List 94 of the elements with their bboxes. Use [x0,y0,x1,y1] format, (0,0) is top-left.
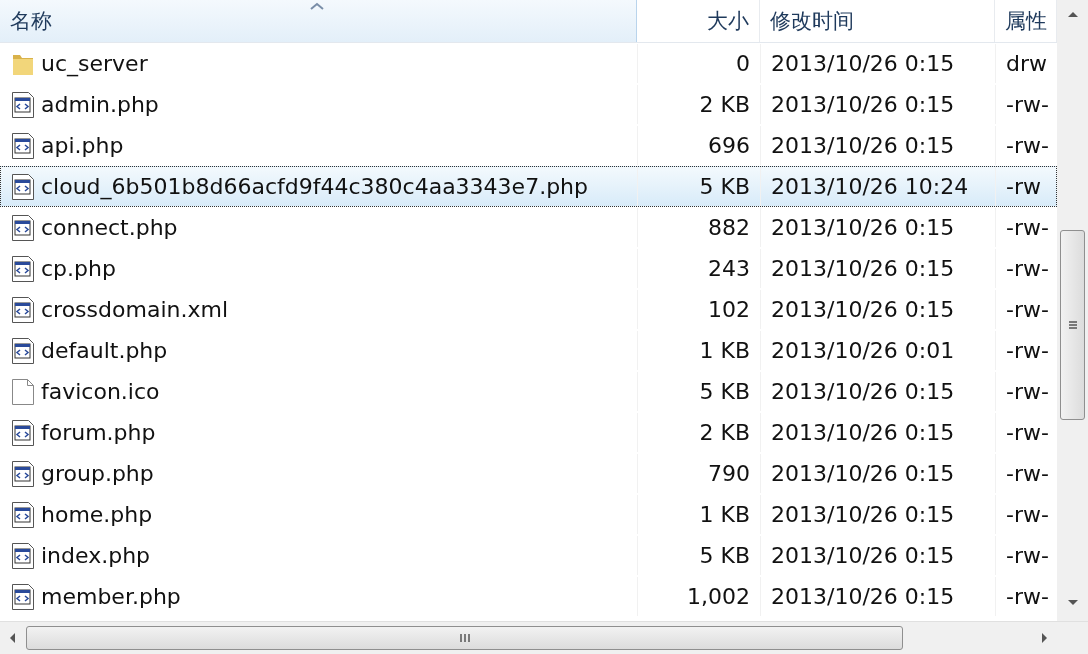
script-file-icon [11,254,35,283]
modified-time: 2013/10/26 0:15 [771,379,955,404]
file-row[interactable]: group.php 790 2013/10/26 0:15 -rw- [0,453,1057,494]
file-name: member.php [41,584,181,609]
file-size: 5 KB [699,379,750,404]
file-name: forum.php [41,420,156,445]
file-attributes: -rw- [1006,420,1049,445]
file-name: crossdomain.xml [41,297,228,322]
file-name: uc_server [41,51,148,76]
grip-icon [1067,320,1078,330]
file-row[interactable]: home.php 1 KB 2013/10/26 0:15 -rw- [0,494,1057,535]
scrollbar-thumb[interactable] [1060,230,1085,420]
file-attributes: drw [1006,51,1047,76]
file-size: 696 [708,133,750,158]
modified-time: 2013/10/26 0:15 [771,502,955,527]
file-name: connect.php [41,215,178,240]
script-file-icon [11,336,35,365]
file-attributes: -rw- [1006,133,1049,158]
modified-time: 2013/10/26 0:15 [771,461,955,486]
horizontal-scrollbar[interactable] [0,621,1088,654]
file-row[interactable]: api.php 696 2013/10/26 0:15 -rw- [0,125,1057,166]
modified-time: 2013/10/26 0:15 [771,584,955,609]
file-name: cp.php [41,256,116,281]
file-size: 0 [736,51,750,76]
file-size: 2 KB [699,92,750,117]
modified-time: 2013/10/26 0:01 [771,338,955,363]
script-file-icon [11,131,35,160]
modified-time: 2013/10/26 0:15 [771,256,955,281]
file-row[interactable]: connect.php 882 2013/10/26 0:15 -rw- [0,207,1057,248]
script-file-icon [11,582,35,611]
blank-file-icon [11,377,35,406]
script-file-icon [11,90,35,119]
file-attributes: -rw- [1006,338,1049,363]
file-size: 2 KB [699,420,750,445]
file-row[interactable]: crossdomain.xml 102 2013/10/26 0:15 -rw- [0,289,1057,330]
file-attributes: -rw- [1006,502,1049,527]
file-size: 1,002 [687,584,750,609]
script-file-icon [11,213,35,242]
file-size: 882 [708,215,750,240]
modified-time: 2013/10/26 10:24 [771,174,969,199]
file-size: 790 [708,461,750,486]
file-attributes: -rw- [1006,379,1049,404]
modified-time: 2013/10/26 0:15 [771,133,955,158]
file-attributes: -rw- [1006,297,1049,322]
file-name: admin.php [41,92,159,117]
file-attributes: -rw- [1006,461,1049,486]
grip-icon [458,633,471,643]
file-size: 1 KB [699,338,750,363]
file-row[interactable]: forum.php 2 KB 2013/10/26 0:15 -rw- [0,412,1057,453]
modified-time: 2013/10/26 0:15 [771,420,955,445]
column-header[interactable]: 名称 [0,0,637,42]
file-name: default.php [41,338,168,363]
script-file-icon [11,541,35,570]
file-attributes: -rw- [1006,92,1049,117]
file-row[interactable]: cloud_6b501b8d66acfd9f44c380c4aa3343e7.php 5 KB 2013/10/26 10:24 -rw [0,166,1057,207]
file-attributes: -rw- [1006,584,1049,609]
file-row[interactable]: index.php 5 KB 2013/10/26 0:15 -rw- [0,535,1057,576]
modified-time: 2013/10/26 0:15 [771,543,955,568]
file-name: home.php [41,502,153,527]
modified-time: 2013/10/26 0:15 [771,297,955,322]
scroll-down-icon[interactable] [1066,599,1079,608]
modified-time: 2013/10/26 0:15 [771,215,955,240]
file-attributes: -rw- [1006,215,1049,240]
file-attributes: -rw [1006,174,1041,199]
file-name: group.php [41,461,154,486]
scroll-left-icon[interactable] [8,632,16,644]
file-size: 102 [708,297,750,322]
scroll-right-icon[interactable] [1041,632,1049,644]
modified-time: 2013/10/26 0:15 [771,92,955,117]
file-size: 243 [708,256,750,281]
scrollbar-thumb[interactable] [26,626,903,650]
script-file-icon [11,500,35,529]
file-row[interactable]: uc_server 0 2013/10/26 0:15 drw [0,43,1057,84]
file-name: api.php [41,133,124,158]
file-row[interactable]: default.php 1 KB 2013/10/26 0:01 -rw- [0,330,1057,371]
file-attributes: -rw- [1006,256,1049,281]
script-file-icon [11,172,35,201]
modified-time: 2013/10/26 0:15 [771,51,955,76]
file-size: 1 KB [699,502,750,527]
file-row[interactable]: cp.php 243 2013/10/26 0:15 -rw- [0,248,1057,289]
file-row[interactable]: favicon.ico 5 KB 2013/10/26 0:15 -rw- [0,371,1057,412]
file-name: index.php [41,543,151,568]
script-file-icon [11,418,35,447]
file-name: cloud_6b501b8d66acfd9f44c380c4aa3343e7.php [41,174,588,199]
file-row[interactable]: member.php 1,002 2013/10/26 0:15 -rw- [0,576,1057,617]
file-size: 5 KB [699,543,750,568]
file-size: 5 KB [699,174,750,199]
file-name: favicon.ico [41,379,160,404]
script-file-icon [11,295,35,324]
script-file-icon [11,459,35,488]
file-attributes: -rw- [1006,543,1049,568]
vertical-scrollbar[interactable] [1057,0,1088,622]
scroll-up-icon[interactable] [1066,10,1079,18]
file-row[interactable]: admin.php 2 KB 2013/10/26 0:15 -rw- [0,84,1057,125]
